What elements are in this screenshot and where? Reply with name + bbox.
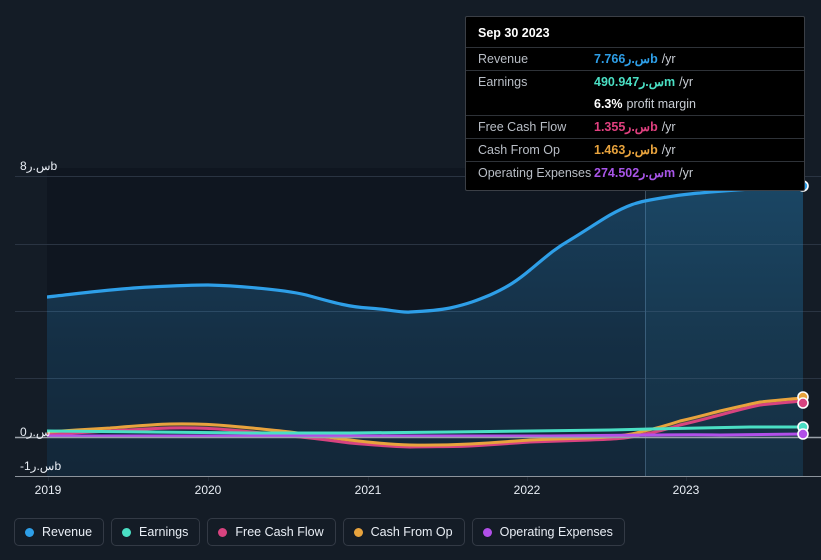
tooltip-unit-cash-from-op: /yr	[661, 143, 676, 157]
legend-dot-earnings-icon	[122, 527, 132, 537]
chart-legend: Revenue Earnings Free Cash Flow Cash Fro…	[14, 518, 625, 546]
tooltip-label-operating-expenses: Operating Expenses	[478, 166, 592, 180]
legend-label-revenue: Revenue	[42, 525, 93, 539]
tooltip-row-operating-expenses: Operating Expenses 274.502س.رm /yr	[466, 161, 804, 184]
legend-dot-free-cash-flow-icon	[218, 527, 228, 537]
legend-label-operating-expenses: Operating Expenses	[499, 525, 613, 539]
tooltip-unit-profit-margin: profit margin	[626, 97, 696, 111]
y-axis-label-bottom: -1س.رb	[20, 459, 62, 473]
legend-item-operating-expenses[interactable]: Operating Expenses	[471, 518, 625, 546]
tooltip-row-revenue: Revenue 7.766س.رb /yr	[466, 47, 804, 70]
tooltip-date: Sep 30 2023	[478, 26, 550, 40]
legend-dot-cash-from-op-icon	[353, 527, 363, 537]
tooltip-unit-revenue: /yr	[661, 52, 676, 66]
tooltip-row-earnings: Earnings 490.947س.رm /yr	[466, 70, 804, 93]
tooltip-row-free-cash-flow: Free Cash Flow 1.355س.رb /yr	[466, 115, 804, 138]
x-axis-label-2019: 2019	[34, 483, 62, 497]
tooltip-unit-earnings: /yr	[679, 75, 693, 89]
legend-label-free-cash-flow: Free Cash Flow	[235, 525, 324, 539]
tooltip-label-revenue: Revenue	[478, 52, 529, 66]
legend-item-free-cash-flow[interactable]: Free Cash Flow	[207, 518, 336, 546]
legend-dot-revenue-icon	[25, 527, 34, 537]
tooltip-value-revenue: 7.766س.رb	[594, 52, 658, 66]
x-axis-label-2022: 2022	[513, 483, 541, 497]
tooltip-label-free-cash-flow: Free Cash Flow	[478, 120, 567, 134]
tooltip-value-profit-margin: 6.3%	[594, 97, 623, 111]
tooltip-value-cash-from-op: 1.463س.رb	[594, 143, 658, 157]
tooltip-row-cash-from-op: Cash From Op 1.463س.رb /yr	[466, 138, 804, 161]
tooltip-row-profit-margin: 6.3% profit margin	[466, 93, 804, 115]
tooltip-value-operating-expenses: 274.502س.رm	[594, 166, 676, 180]
x-axis-label-2020: 2020	[194, 483, 222, 497]
legend-label-earnings: Earnings	[139, 525, 189, 539]
tooltip-label-cash-from-op: Cash From Op	[478, 143, 560, 157]
chart-tooltip: Sep 30 2023 Revenue 7.766س.رb /yr Earnin…	[465, 16, 805, 191]
tooltip-value-free-cash-flow: 1.355س.رb	[594, 120, 658, 134]
tooltip-unit-operating-expenses: /yr	[679, 166, 693, 180]
tooltip-label-earnings: Earnings	[478, 75, 528, 89]
legend-item-earnings[interactable]: Earnings	[111, 518, 201, 546]
chart-page: 8س.رb 0س.ر -1س.رb 2019 2020 2021 2022 20…	[0, 0, 821, 560]
legend-item-cash-from-op[interactable]: Cash From Op	[342, 518, 465, 546]
legend-label-cash-from-op: Cash From Op	[370, 525, 453, 539]
x-axis-label-2023: 2023	[672, 483, 700, 497]
end-marker-operating-expenses	[797, 428, 809, 440]
legend-item-revenue[interactable]: Revenue	[14, 518, 105, 546]
legend-dot-operating-expenses-icon	[482, 527, 492, 537]
tooltip-value-earnings: 490.947س.رm	[594, 75, 676, 89]
end-marker-free-cash-flow	[797, 397, 809, 409]
y-axis-label-zero: 0س.ر	[20, 425, 51, 439]
y-axis-label-top: 8س.رb	[20, 159, 58, 173]
tooltip-unit-free-cash-flow: /yr	[661, 120, 676, 134]
x-axis-label-2021: 2021	[354, 483, 382, 497]
